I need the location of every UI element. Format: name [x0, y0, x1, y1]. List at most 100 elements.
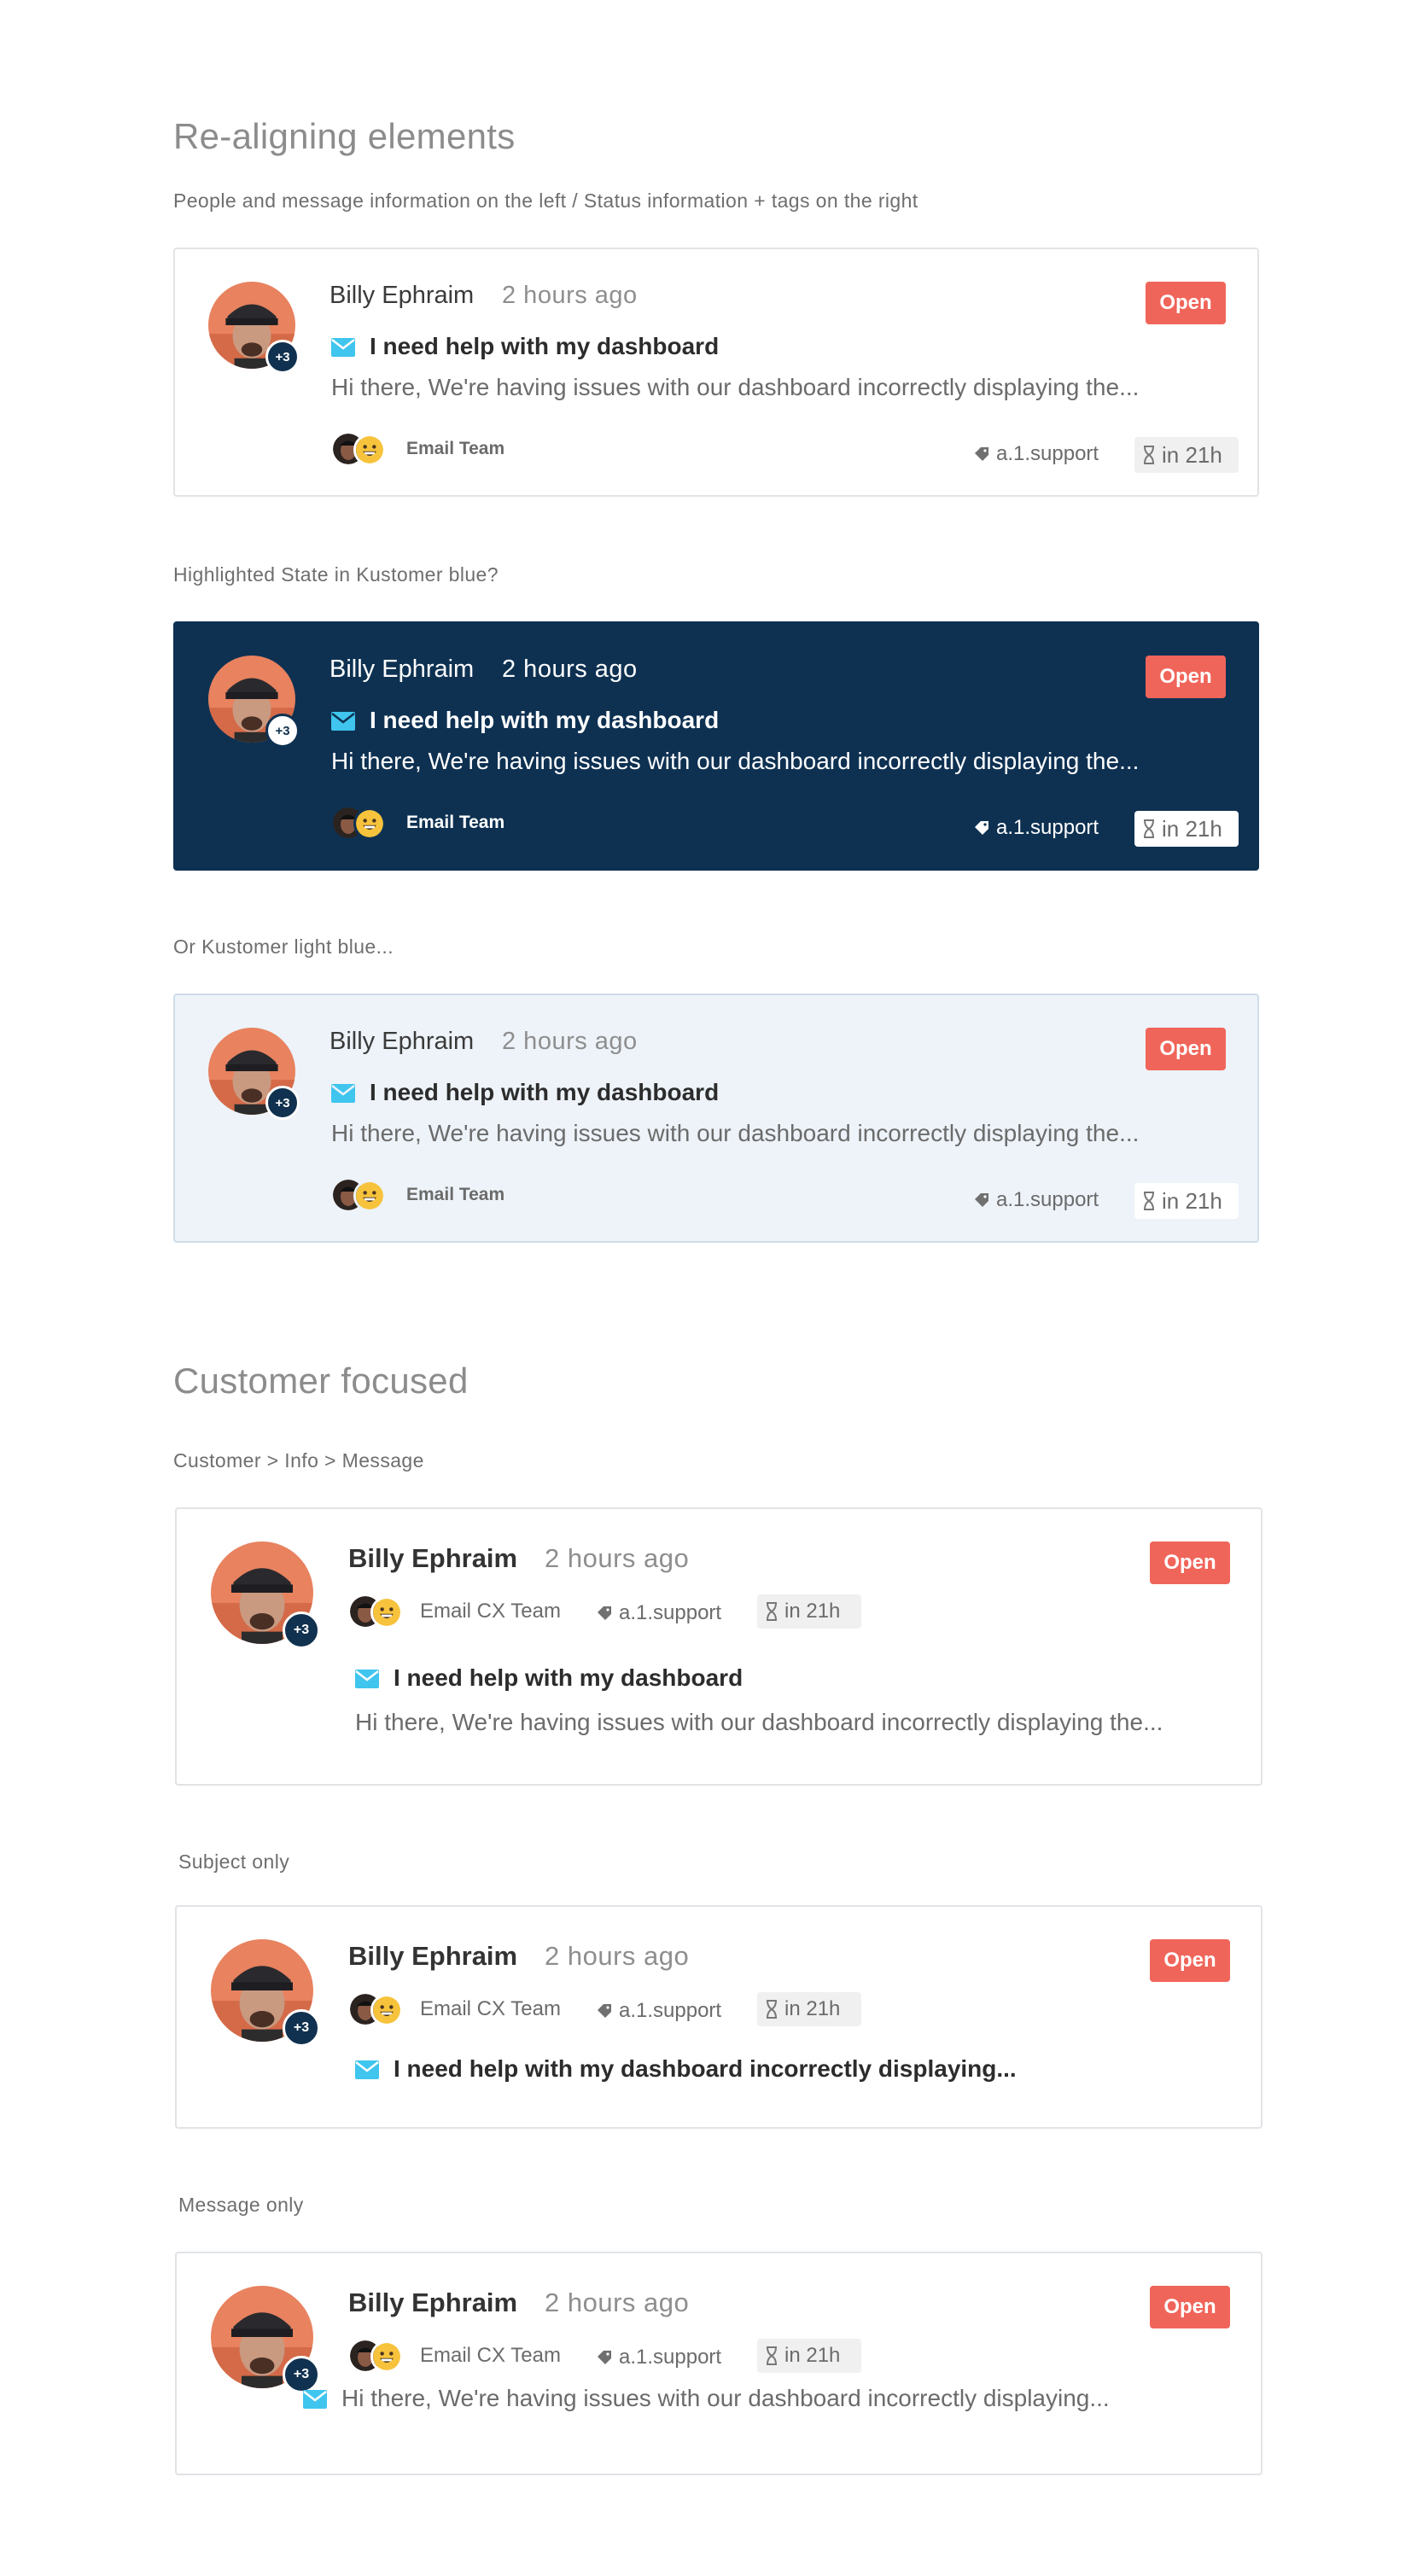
hourglass-icon — [767, 1602, 777, 1621]
section-title-realigning: Re-aligning elements — [173, 116, 516, 156]
participant-count-badge: +3 — [265, 340, 300, 374]
participant-count-badge: +3 — [265, 714, 300, 748]
timestamp: 2 hours ago — [502, 1028, 638, 1055]
conversation-card-default[interactable]: +3 Billy Ephraim 2 hours ago Open I need… — [173, 248, 1259, 497]
emoji-avatar — [353, 1180, 386, 1212]
participant-count-badge: +3 — [283, 2356, 320, 2393]
sla-label: in 21h — [784, 2344, 841, 2367]
section-caption-realigning: People and message information on the le… — [173, 189, 918, 212]
sla-label: in 21h — [784, 1600, 841, 1623]
conversation-card-subject-only[interactable]: +3 Billy Ephraim 2 hours ago Open Email … — [175, 1905, 1262, 2129]
customer-name[interactable]: Billy Ephraim — [329, 656, 474, 684]
sla-label: in 21h — [1162, 1187, 1222, 1214]
tag-label: a.1.support — [996, 1188, 1099, 1211]
team-avatars — [350, 1994, 410, 2026]
message-preview: Hi there, We're having issues with our d… — [331, 1120, 1140, 1146]
conversation-subject: I need help with my dashboard — [394, 1664, 743, 1691]
section-caption-customer-focused: Customer > Info > Message — [173, 1449, 424, 1472]
section-caption-subject-only: Subject only — [178, 1850, 290, 1873]
conversation-card-highlighted[interactable]: +3 Billy Ephraim 2 hours ago Open I need… — [173, 621, 1259, 871]
tag-label: a.1.support — [619, 2346, 722, 2369]
timestamp: 2 hours ago — [545, 2288, 690, 2317]
team-label: Email CX Team — [420, 2344, 561, 2367]
sla-timer: in 21h — [757, 1992, 861, 2026]
status-badge-open[interactable]: Open — [1146, 1028, 1226, 1070]
hourglass-icon — [1144, 446, 1154, 464]
status-badge-open[interactable]: Open — [1146, 282, 1226, 324]
emoji-avatar — [370, 2340, 403, 2373]
emoji-avatar — [353, 807, 386, 840]
sla-timer: in 21h — [757, 2339, 861, 2373]
team-label: Email CX Team — [420, 1600, 561, 1623]
tag-chip[interactable]: a.1.support — [597, 1999, 721, 2023]
status-badge-open[interactable]: Open — [1150, 1939, 1230, 1982]
tag-chip[interactable]: a.1.support — [597, 1601, 721, 1625]
team-avatars — [333, 434, 393, 466]
tag-icon — [598, 2351, 611, 2364]
participant-count-badge: +3 — [265, 1086, 300, 1120]
section-title-customer-focused: Customer focused — [173, 1361, 469, 1401]
sla-label: in 21h — [1162, 815, 1222, 842]
participant-count-badge: +3 — [283, 2009, 320, 2047]
customer-name[interactable]: Billy Ephraim — [348, 1941, 517, 1972]
email-channel-icon — [355, 1670, 379, 1688]
hourglass-icon — [1144, 1192, 1154, 1210]
team-avatars — [333, 807, 393, 840]
hourglass-icon — [767, 2346, 777, 2365]
team-avatars — [333, 1180, 393, 1212]
tag-label: a.1.support — [619, 1999, 722, 2022]
sla-label: in 21h — [784, 1997, 841, 2020]
tag-icon — [975, 821, 988, 835]
conversation-card-customer-focused[interactable]: +3 Billy Ephraim 2 hours ago Open Email … — [175, 1507, 1262, 1786]
tag-icon — [598, 1606, 611, 1620]
section-caption-lightblue: Or Kustomer light blue... — [173, 935, 394, 958]
customer-name[interactable]: Billy Ephraim — [329, 282, 474, 310]
tag-icon — [975, 1193, 988, 1207]
team-label: Email Team — [406, 813, 505, 832]
tag-chip[interactable]: a.1.support — [597, 2346, 721, 2369]
message-preview: Hi there, We're having issues with our d… — [355, 1709, 1163, 1735]
email-channel-icon — [355, 2060, 379, 2079]
team-label: Email Team — [406, 1185, 505, 1204]
status-badge-open[interactable]: Open — [1150, 1542, 1230, 1584]
sla-timer: in 21h — [1134, 1183, 1239, 1219]
status-badge-open[interactable]: Open — [1150, 2286, 1230, 2328]
timestamp: 2 hours ago — [545, 1543, 690, 1573]
conversation-card-message-only[interactable]: +3 Billy Ephraim 2 hours ago Open Email … — [175, 2252, 1262, 2475]
team-label: Email Team — [406, 439, 505, 458]
email-channel-icon — [303, 2390, 327, 2409]
sla-timer: in 21h — [757, 1594, 861, 1629]
timestamp: 2 hours ago — [502, 282, 638, 309]
emoji-avatar — [353, 434, 386, 466]
participant-count-badge: +3 — [283, 1611, 320, 1649]
status-badge-open[interactable]: Open — [1146, 656, 1226, 698]
timestamp: 2 hours ago — [502, 656, 638, 683]
tag-label: a.1.support — [996, 816, 1099, 839]
tag-chip[interactable]: a.1.support — [974, 1188, 1099, 1212]
tag-label: a.1.support — [996, 442, 1099, 465]
message-preview: Hi there, We're having issues with our d… — [341, 2385, 1110, 2411]
sla-timer: in 21h — [1134, 437, 1239, 473]
conversation-card-lightblue[interactable]: +3 Billy Ephraim 2 hours ago Open I need… — [173, 994, 1259, 1243]
sla-timer: in 21h — [1134, 811, 1239, 847]
team-avatars — [350, 2340, 410, 2373]
customer-name[interactable]: Billy Ephraim — [348, 2288, 517, 2318]
emoji-avatar — [370, 1994, 403, 2026]
timestamp: 2 hours ago — [545, 1941, 690, 1971]
team-avatars — [350, 1596, 410, 1629]
email-channel-icon — [331, 1084, 355, 1103]
conversation-subject: I need help with my dashboard — [370, 707, 720, 733]
customer-name[interactable]: Billy Ephraim — [348, 1543, 517, 1574]
sla-label: in 21h — [1162, 441, 1222, 468]
tag-icon — [975, 447, 988, 461]
email-channel-icon — [331, 712, 355, 731]
message-preview: Hi there, We're having issues with our d… — [331, 374, 1140, 400]
conversation-subject: I need help with my dashboard — [370, 1079, 720, 1105]
section-caption-highlighted: Highlighted State in Kustomer blue? — [173, 563, 499, 586]
tag-chip[interactable]: a.1.support — [974, 816, 1099, 840]
customer-name[interactable]: Billy Ephraim — [329, 1028, 474, 1056]
section-caption-message-only: Message only — [178, 2194, 304, 2216]
tag-chip[interactable]: a.1.support — [974, 442, 1099, 466]
emoji-avatar — [370, 1596, 403, 1629]
conversation-subject: I need help with my dashboard incorrectl… — [394, 2055, 1017, 2082]
